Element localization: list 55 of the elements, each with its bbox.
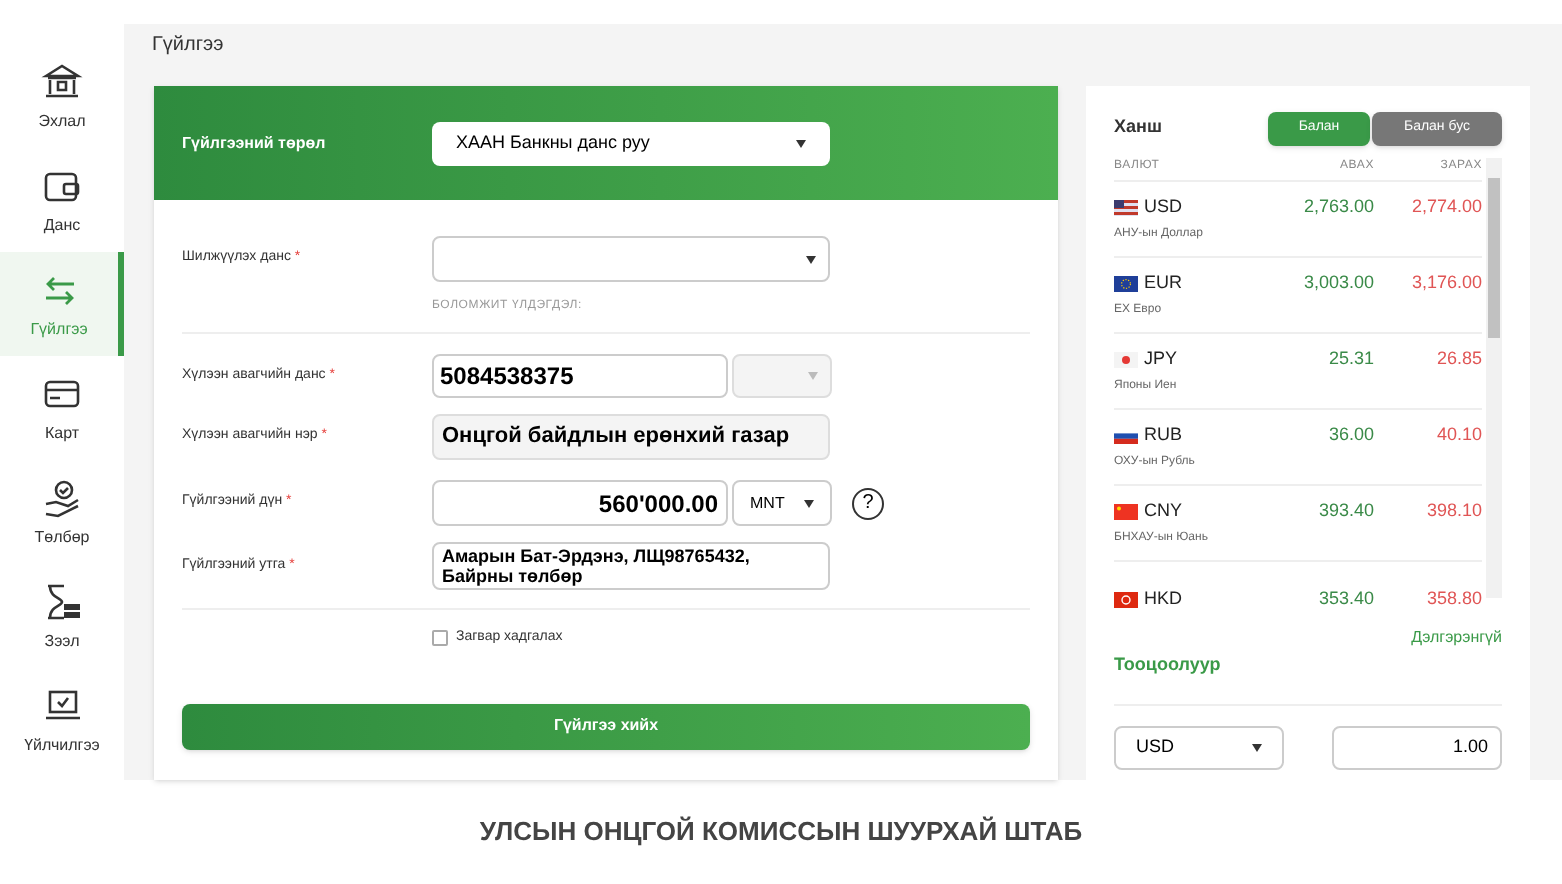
flag-icon: [1114, 427, 1138, 443]
flag-icon: [1114, 351, 1138, 367]
caret-icon: [804, 499, 814, 507]
sidebar-item[interactable]: Төлбөр: [0, 460, 124, 564]
bank-icon: [40, 59, 84, 103]
amount-input[interactable]: 560'000.00: [432, 480, 728, 526]
checkbox[interactable]: [432, 630, 448, 647]
calculator-title: Тооцоолуур: [1114, 652, 1223, 678]
caret-icon: [808, 372, 818, 380]
currency-code: RUB: [1144, 421, 1183, 448]
sell-rate: 26.85: [1434, 345, 1482, 372]
buy-rate: 3,003.00: [1301, 269, 1374, 296]
rates-title: Ханш: [1114, 114, 1162, 141]
sell-rate: 2,774.00: [1409, 193, 1482, 220]
flag-icon: [1114, 199, 1138, 215]
sell-rate: 40.10: [1434, 421, 1482, 448]
transfer-type-select[interactable]: ХААН Банкны данс руу: [432, 121, 830, 165]
flag-icon: [1114, 591, 1138, 607]
caret-icon: [806, 255, 816, 263]
page-title: Гүйлгээ: [152, 32, 226, 60]
currency-code: JPY: [1144, 345, 1178, 372]
sidebar-item[interactable]: Эхлал: [0, 44, 124, 148]
more-link[interactable]: Дэлгэрэнгүй: [1411, 626, 1502, 650]
sidebar-item[interactable]: Үйлчилгээ: [0, 668, 124, 772]
hand-coin-icon: [40, 475, 84, 519]
currency-select[interactable]: MNT: [732, 480, 832, 526]
sidebar-item[interactable]: Зээл: [0, 564, 124, 668]
help-icon[interactable]: ?: [852, 487, 884, 519]
sidebar-item[interactable]: Карт: [0, 356, 124, 460]
currency-code: CNY: [1144, 497, 1183, 524]
currency-code: EUR: [1144, 269, 1183, 296]
currency-select[interactable]: USD: [1114, 725, 1284, 769]
account-select[interactable]: [432, 236, 830, 282]
flag-icon: [1114, 275, 1138, 291]
recipient-name-field: Онцгой байдлын ерөнхий газар: [432, 414, 830, 460]
buy-rate: 2,763.00: [1301, 193, 1374, 220]
buy-rate: 353.40: [1316, 585, 1374, 610]
buy-rate: 36.00: [1326, 421, 1374, 448]
flag-icon: [1114, 503, 1138, 519]
currency-code: USD: [1144, 193, 1183, 220]
buy-rate: 25.31: [1326, 345, 1374, 372]
field-label: Гүйлгээний төрөл: [182, 131, 328, 155]
caret-icon: [796, 139, 806, 147]
memo-input[interactable]: Амарын Бат-Эрдэнэ, ЛЩ98765432, Байрны төлбөр: [432, 542, 830, 590]
sell-rate: 398.10: [1424, 497, 1482, 524]
sidebar-item[interactable]: Данс: [0, 148, 124, 252]
currency-code: HKD: [1144, 585, 1183, 610]
sell-rate: 358.80: [1424, 585, 1482, 610]
caret-icon: [1252, 743, 1262, 751]
sell-rate: 3,176.00: [1409, 269, 1482, 296]
amount-input[interactable]: 1.00: [1332, 725, 1502, 769]
buy-rate: 393.40: [1316, 497, 1374, 524]
account-input[interactable]: 5084538375: [432, 354, 728, 398]
scrollbar[interactable]: [1486, 158, 1502, 598]
caption: УЛСЫН ОНЦГОЙ КОМИССЫН ШУУРХАЙ ШТАБ: [479, 814, 1083, 851]
